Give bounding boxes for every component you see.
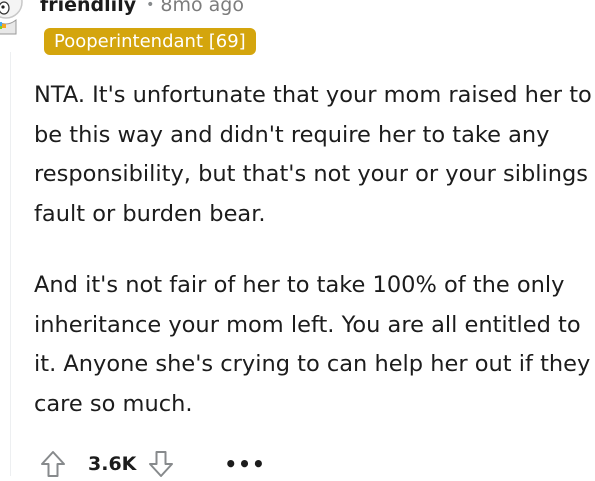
comment-paragraph: NTA. It's unfortunate that your mom rais…: [34, 82, 592, 227]
separator-dot: •: [146, 0, 155, 13]
comment-body: NTA. It's unfortunate that your mom rais…: [34, 76, 594, 456]
comment-header: friendlily • 8mo ago: [40, 0, 244, 18]
user-flair-badge: Pooperintendant [69]: [44, 28, 256, 55]
downvote-arrow-icon[interactable]: [148, 450, 174, 478]
vote-score: 3.6K: [88, 453, 137, 475]
comment-paragraph: And it's not fair of her to take 100% of…: [34, 272, 591, 417]
timestamp-link[interactable]: 8mo ago: [160, 0, 244, 16]
upvote-arrow-icon[interactable]: [40, 450, 66, 478]
thread-line[interactable]: [10, 52, 11, 476]
more-options-icon[interactable]: •••: [224, 452, 265, 476]
avatar-icon[interactable]: [0, 0, 26, 36]
username-link[interactable]: friendlily: [40, 0, 136, 16]
